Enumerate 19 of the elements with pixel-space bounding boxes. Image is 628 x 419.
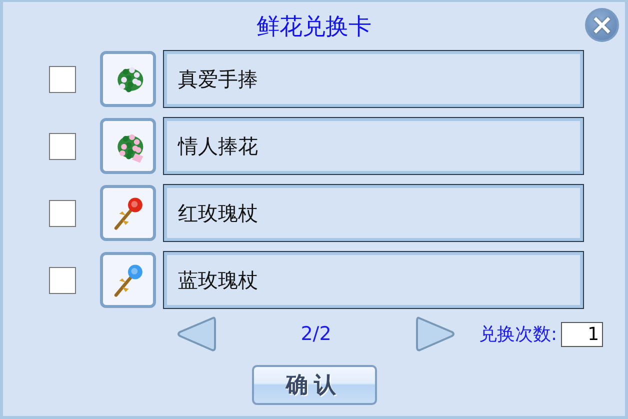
- exchange-count-label: 兑换次数:: [479, 323, 558, 346]
- left-arrow-icon[interactable]: [175, 315, 217, 353]
- item-slot[interactable]: [100, 118, 156, 174]
- count-input-field[interactable]: 1: [561, 322, 604, 346]
- window-title: 鲜花兑换卡: [256, 12, 372, 42]
- page-indicator: 2/2: [300, 323, 332, 345]
- checkbox[interactable]: [49, 66, 76, 92]
- checkbox[interactable]: [49, 200, 76, 226]
- item-slot[interactable]: [100, 252, 156, 308]
- checkbox[interactable]: [49, 132, 76, 160]
- right-arrow-icon[interactable]: [414, 315, 457, 353]
- item-name-field: 蓝玫瑰杖: [163, 251, 584, 309]
- item-slot[interactable]: [100, 185, 156, 241]
- checkbox[interactable]: [49, 266, 76, 294]
- item-name-field: 真爱手捧: [163, 50, 584, 108]
- item-slot[interactable]: [100, 51, 156, 107]
- confirm-button[interactable]: 确认: [252, 365, 376, 405]
- item-name-field: 红玫瑰杖: [163, 184, 584, 242]
- item-name-field: 情人捧花: [163, 117, 584, 175]
